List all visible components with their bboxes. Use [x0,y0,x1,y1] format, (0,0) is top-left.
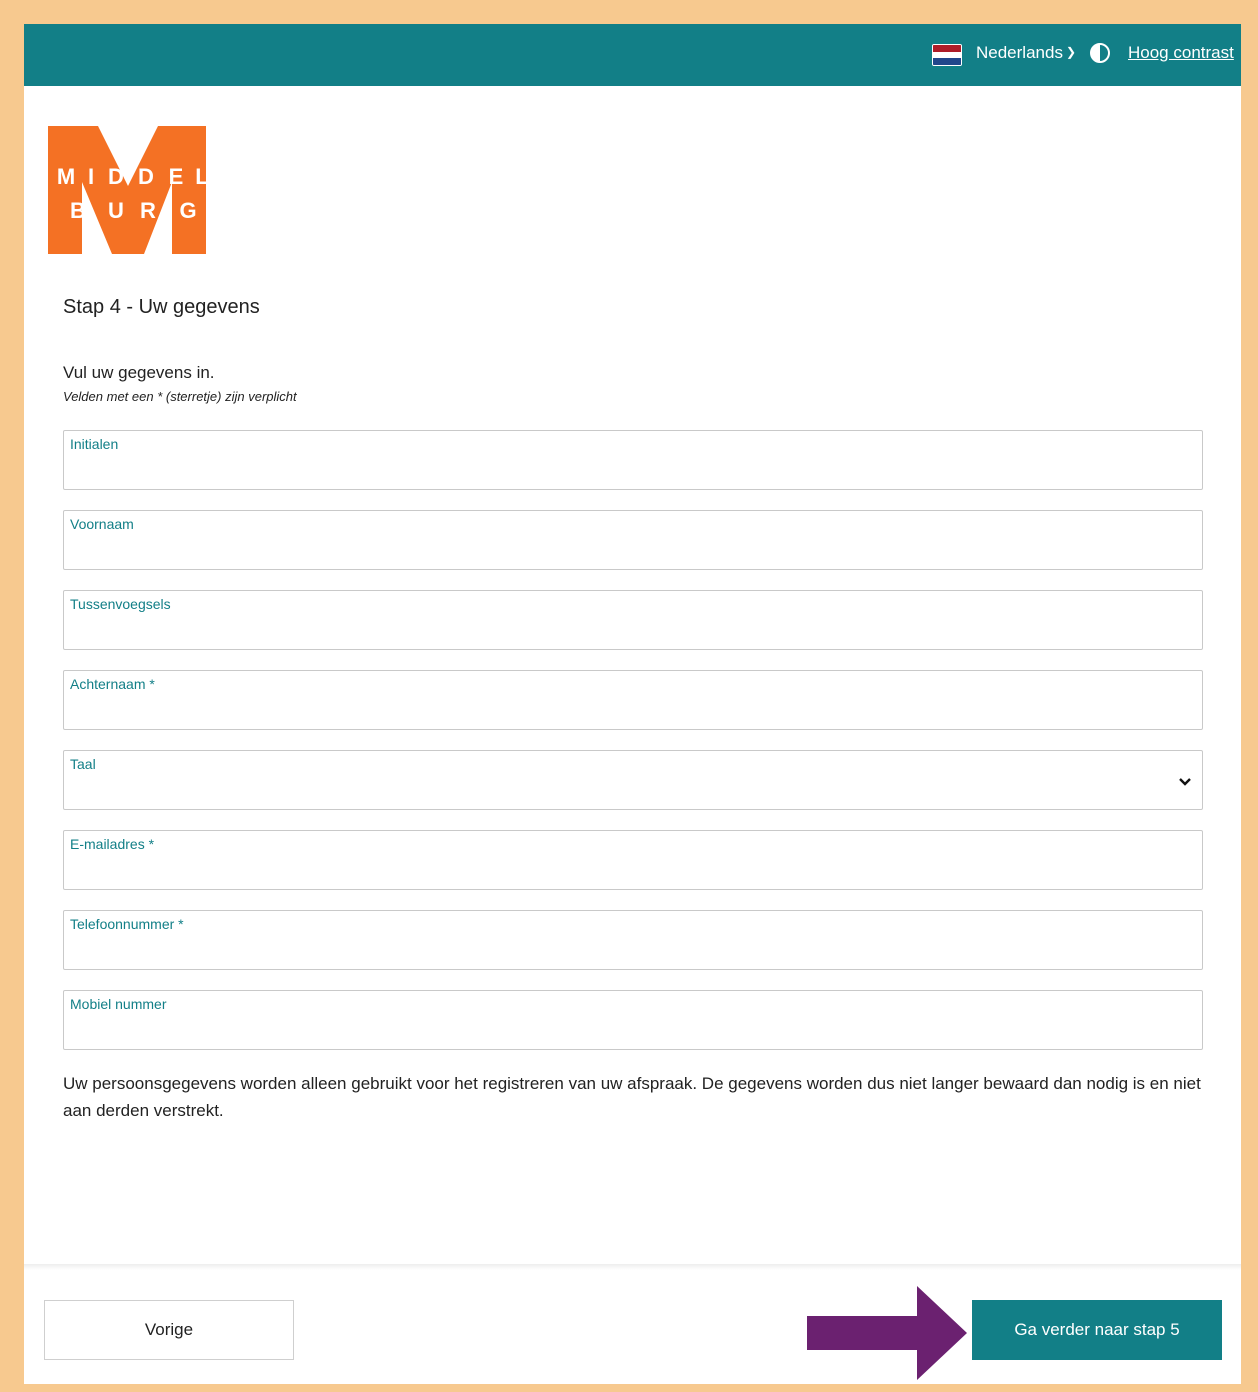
field-label: E-mailadres * [70,836,155,852]
previous-button[interactable]: Vorige [44,1300,294,1360]
page-frame: Nederlands ❯ Hoog contrast M I D D E L B … [24,24,1241,1384]
top-bar: Nederlands ❯ Hoog contrast [24,24,1241,86]
step-title: Stap 4 - Uw gegevens [63,296,260,318]
required-note: Velden met een * (sterretje) zijn verpli… [63,389,297,404]
chevron-down-icon: ❯ [1065,45,1077,59]
language-select[interactable] [70,779,1174,805]
logo-letter: E [169,164,184,189]
field-label: Taal [70,756,96,772]
logo-letter: G [179,198,196,223]
field-label: Voornaam [70,516,134,532]
mobile-input[interactable] [70,1019,1174,1045]
phone-input[interactable] [70,939,1174,965]
first-name-field[interactable]: Voornaam [63,510,1203,570]
field-label: Mobiel nummer [70,996,167,1012]
language-select-field[interactable]: Taal [63,750,1203,810]
next-step-button[interactable]: Ga verder naar stap 5 [972,1300,1222,1360]
infix-field[interactable]: Tussenvoegsels [63,590,1203,650]
infix-input[interactable] [70,619,1174,645]
netherlands-flag-icon [932,44,962,66]
initials-field[interactable]: Initialen [63,430,1203,490]
initials-input[interactable] [70,459,1174,485]
logo-letter: D [138,164,154,189]
email-field[interactable]: E-mailadres * [63,830,1203,890]
logo-letter: I [88,164,94,189]
first-name-input[interactable] [70,539,1174,565]
field-label: Tussenvoegsels [70,596,171,612]
logo-letter: B [70,198,86,223]
last-name-input[interactable] [70,699,1174,725]
privacy-notice: Uw persoonsgegevens worden alleen gebrui… [63,1074,1201,1120]
field-label: Telefoonnummer * [70,916,184,932]
phone-field[interactable]: Telefoonnummer * [63,910,1203,970]
middelburg-logo: M I D D E L B U R G [48,126,208,254]
intro-text: Vul uw gegevens in. [63,363,215,382]
logo-letter: U [108,198,124,223]
field-label: Initialen [70,436,119,452]
field-label: Achternaam * [70,676,155,692]
logo-letter: D [108,164,124,189]
language-selector[interactable]: Nederlands ❯ [976,43,1076,63]
logo-letter: L [195,164,208,189]
last-name-field[interactable]: Achternaam * [63,670,1203,730]
language-label: Nederlands [976,43,1063,62]
high-contrast-link[interactable]: Hoog contrast [1128,43,1234,63]
contrast-icon[interactable] [1090,43,1110,63]
arrow-right-icon [807,1286,967,1380]
mobile-field[interactable]: Mobiel nummer [63,990,1203,1050]
footer-divider [24,1264,1241,1270]
chevron-down-icon [1179,778,1191,786]
logo-letter: R [140,198,156,223]
logo-letter: M [57,164,75,189]
email-input[interactable] [70,859,1174,885]
